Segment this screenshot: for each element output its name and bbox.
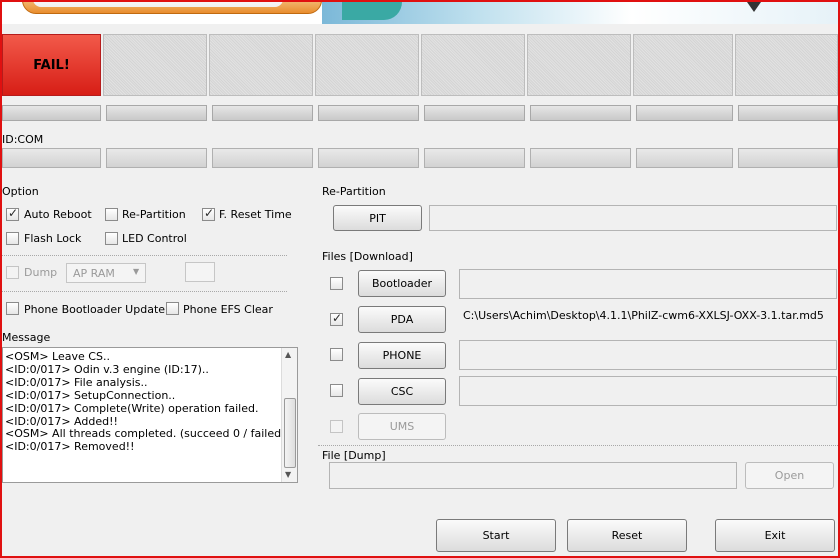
- option-separator-1: [2, 255, 287, 256]
- files-separator: [318, 445, 838, 446]
- flash-lock-label: Flash Lock: [24, 232, 82, 245]
- port-status-6: [527, 34, 631, 96]
- log-line: <ID:0/017> Removed!!: [5, 440, 135, 454]
- csc-path-field[interactable]: [459, 376, 837, 406]
- f-reset-time-label: F. Reset Time: [219, 208, 292, 221]
- phone-bootloader-update-checkbox[interactable]: [6, 302, 19, 315]
- progress-bar-8: [738, 105, 838, 121]
- log-line: <ID:0/017> SetupConnection..: [5, 388, 176, 402]
- repartition-title: Re-Partition: [322, 185, 386, 198]
- port-status-3: [209, 34, 313, 96]
- progress-bar-6: [530, 105, 631, 121]
- com-port-6: [530, 148, 631, 168]
- option-separator-2: [2, 291, 287, 292]
- com-port-4: [318, 148, 419, 168]
- phone-button[interactable]: PHONE: [358, 342, 446, 369]
- dump-label: Dump: [24, 266, 58, 279]
- progress-bar-2: [106, 105, 207, 121]
- bootloader-checkbox[interactable]: [330, 277, 343, 290]
- port-status-4: [315, 34, 419, 96]
- csc-button[interactable]: CSC: [358, 378, 446, 405]
- logo-strip: [22, 2, 322, 14]
- progress-bar-1: [2, 105, 101, 121]
- exit-button[interactable]: Exit: [715, 519, 835, 552]
- phone-bootloader-update-label: Phone Bootloader Update: [24, 303, 166, 316]
- com-port-5: [424, 148, 525, 168]
- dump-target-select[interactable]: AP RAM ▼: [66, 263, 146, 283]
- pda-button[interactable]: PDA: [358, 306, 446, 333]
- scroll-down-icon[interactable]: ▼: [285, 470, 291, 479]
- com-port-1: [2, 148, 101, 168]
- flash-lock-checkbox[interactable]: [6, 232, 19, 245]
- port-status-7: [633, 34, 733, 96]
- phone-efs-clear-label: Phone EFS Clear: [183, 303, 273, 316]
- csc-checkbox[interactable]: [330, 384, 343, 397]
- phone-checkbox[interactable]: [330, 348, 343, 361]
- pda-checkbox[interactable]: [330, 311, 343, 326]
- bootloader-path-field[interactable]: [459, 269, 837, 299]
- com-port-8: [738, 148, 838, 168]
- progress-bar-3: [212, 105, 313, 121]
- progress-bar-4: [318, 105, 419, 121]
- log-line: <OSM> Leave CS..: [5, 351, 110, 363]
- reset-button[interactable]: Reset: [567, 519, 687, 552]
- com-port-3: [212, 148, 313, 168]
- port-status-5: [421, 34, 525, 96]
- start-button[interactable]: Start: [436, 519, 556, 552]
- files-title: Files [Download]: [322, 250, 413, 263]
- chevron-down-icon: ▼: [133, 267, 140, 276]
- led-control-label: LED Control: [122, 232, 187, 245]
- header-banner: [2, 2, 838, 24]
- re-partition-label: Re-Partition: [122, 208, 186, 221]
- port-status-2: [103, 34, 207, 96]
- map-marker-icon: [747, 2, 761, 12]
- ums-checkbox[interactable]: [330, 420, 343, 433]
- scroll-thumb[interactable]: [284, 398, 296, 468]
- file-dump-title: File [Dump]: [322, 449, 386, 462]
- progress-bar-7: [636, 105, 733, 121]
- auto-reboot-label: Auto Reboot: [24, 208, 92, 221]
- dump-path-field[interactable]: [329, 462, 737, 489]
- log-line: <ID:0/017> Odin v.3 engine (ID:17)..: [5, 362, 209, 376]
- port-status-fail: FAIL!: [2, 34, 101, 96]
- map-land-graphic: [342, 2, 402, 20]
- log-line: <ID:0/017> File analysis..: [5, 375, 148, 389]
- auto-reboot-checkbox[interactable]: [6, 206, 19, 221]
- com-port-2: [106, 148, 207, 168]
- open-button[interactable]: Open: [745, 462, 834, 489]
- option-title: Option: [2, 185, 39, 198]
- re-partition-checkbox[interactable]: [105, 208, 118, 221]
- dump-value-field[interactable]: [185, 262, 215, 282]
- pda-path-field[interactable]: C:\Users\Achim\Desktop\4.1.1\PhilZ-cwm6-…: [463, 309, 824, 322]
- message-title: Message: [2, 331, 51, 344]
- pit-path-field[interactable]: [429, 205, 837, 231]
- scroll-up-icon[interactable]: ▲: [285, 350, 291, 359]
- id-com-label: ID:COM: [2, 133, 44, 146]
- message-log[interactable]: <OSM> Leave CS.. <ID:0/017> Odin v.3 eng…: [2, 347, 298, 483]
- dump-select-value: AP RAM: [73, 267, 115, 280]
- led-control-checkbox[interactable]: [105, 232, 118, 245]
- log-line: <ID:0/017> Complete(Write) operation fai…: [5, 401, 259, 415]
- dump-checkbox[interactable]: [6, 266, 19, 279]
- bootloader-button[interactable]: Bootloader: [358, 270, 446, 297]
- ums-button[interactable]: UMS: [358, 413, 446, 440]
- phone-path-field[interactable]: [459, 340, 837, 370]
- phone-efs-clear-checkbox[interactable]: [166, 302, 179, 315]
- com-port-7: [636, 148, 733, 168]
- progress-bar-5: [424, 105, 525, 121]
- port-status-8: [735, 34, 838, 96]
- pit-button[interactable]: PIT: [333, 205, 422, 231]
- f-reset-time-checkbox[interactable]: [202, 206, 215, 221]
- log-scrollbar[interactable]: ▲ ▼: [281, 348, 297, 482]
